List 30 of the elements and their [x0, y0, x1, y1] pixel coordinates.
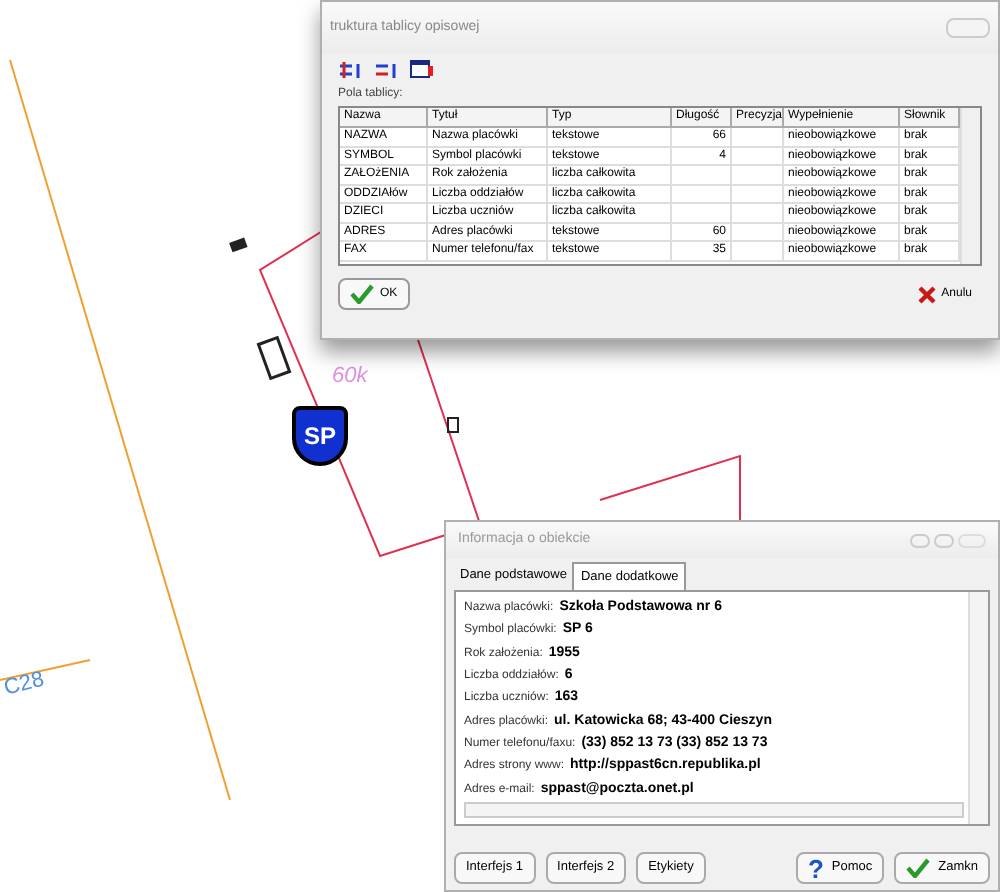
- checkmark-icon: [350, 284, 374, 304]
- vertical-scrollbar[interactable]: [968, 592, 988, 824]
- table-cell: [672, 166, 732, 185]
- question-icon: ?: [807, 855, 824, 881]
- horizontal-scrollbar[interactable]: [464, 802, 964, 819]
- vertical-scrollbar[interactable]: [960, 108, 980, 264]
- close-icon: [917, 285, 936, 303]
- table-cell: [732, 185, 784, 204]
- table-cell: [732, 242, 784, 261]
- table-cell: [672, 204, 732, 223]
- table-cell: [732, 166, 784, 185]
- map-symbol: [256, 335, 292, 381]
- table-cell: [732, 128, 784, 147]
- close-button[interactable]: [946, 18, 990, 38]
- table-cell: [732, 223, 784, 242]
- close-button[interactable]: [958, 533, 986, 547]
- maximize-button[interactable]: [934, 533, 954, 547]
- table-cell: [732, 204, 784, 223]
- school-marker: SP: [292, 406, 348, 466]
- table-cell: [672, 185, 732, 204]
- table-cell: [732, 147, 784, 166]
- remove-field-icon[interactable]: [374, 60, 398, 80]
- map-label: C28: [0, 665, 48, 705]
- window-icon[interactable]: [410, 60, 434, 80]
- checkmark-icon: [906, 858, 931, 878]
- add-field-icon[interactable]: [338, 60, 362, 80]
- minimize-button[interactable]: [910, 533, 930, 547]
- map-symbol: [229, 237, 248, 253]
- map-symbol: [447, 417, 459, 433]
- map-label: 60k: [332, 362, 368, 392]
